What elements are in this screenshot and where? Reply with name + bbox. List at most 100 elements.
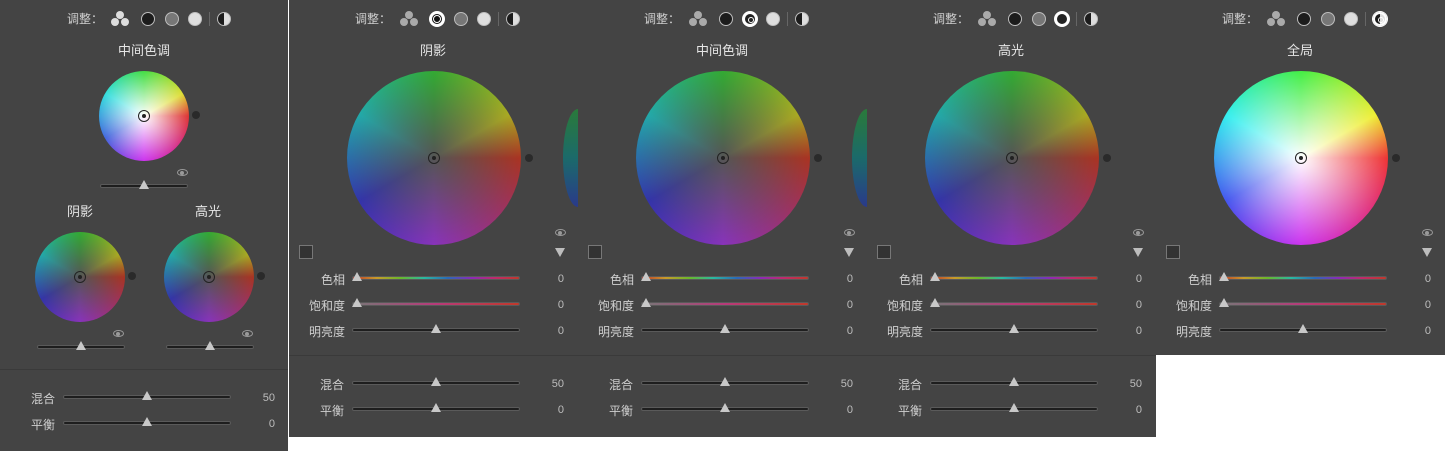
saturation-slider[interactable] (1219, 298, 1387, 309)
highlight-color-wheel[interactable] (925, 71, 1099, 245)
highlights-mode-icon[interactable] (477, 12, 491, 26)
three-way-view-icon[interactable] (688, 11, 708, 27)
three-way-view-icon[interactable] (110, 11, 130, 27)
balance-slider[interactable] (641, 403, 809, 414)
luminance-dot[interactable] (1103, 154, 1111, 162)
triangle-down-icon[interactable] (1133, 248, 1143, 257)
hue-slider[interactable] (352, 272, 520, 283)
shadow-color-wheel[interactable] (35, 232, 125, 322)
eye-icon[interactable] (113, 330, 124, 337)
hue-slider[interactable] (1219, 272, 1387, 283)
luminance-value[interactable]: 0 (1122, 325, 1142, 337)
saturation-slider[interactable] (930, 298, 1098, 309)
balance-value[interactable]: 0 (1122, 404, 1142, 416)
triangle-down-icon[interactable] (1422, 248, 1432, 257)
saturation-value[interactable]: 0 (1122, 299, 1142, 311)
hue-value[interactable]: 0 (1411, 273, 1431, 285)
luminance-slider[interactable] (641, 324, 809, 335)
color-swatch-icon[interactable] (588, 245, 602, 259)
midtone-luminance-dot[interactable] (192, 111, 200, 119)
global-mode-icon[interactable] (1084, 12, 1098, 26)
luminance-dot[interactable] (525, 154, 533, 162)
eye-icon[interactable] (844, 229, 855, 236)
midtone-color-wheel[interactable] (636, 71, 810, 245)
midtone-luminance-slider[interactable] (100, 180, 188, 191)
balance-value[interactable]: 0 (255, 418, 275, 430)
three-way-view-icon[interactable] (977, 11, 997, 27)
eye-icon[interactable] (177, 169, 188, 176)
saturation-value[interactable]: 0 (544, 299, 564, 311)
highlights-mode-icon[interactable] (188, 12, 202, 26)
luminance-dot[interactable] (1392, 154, 1400, 162)
balance-value[interactable]: 0 (833, 404, 853, 416)
shadows-mode-icon[interactable] (1008, 12, 1022, 26)
wheel-center-handle[interactable] (428, 152, 440, 164)
balance-slider[interactable] (352, 403, 520, 414)
saturation-slider[interactable] (641, 298, 809, 309)
highlight-luminance-slider[interactable] (166, 341, 254, 352)
wheel-center-handle[interactable] (1295, 152, 1307, 164)
hue-slider[interactable] (641, 272, 809, 283)
luminance-dot[interactable] (814, 154, 822, 162)
highlights-mode-icon[interactable] (766, 12, 780, 26)
global-mode-icon[interactable] (795, 12, 809, 26)
color-swatch-icon[interactable] (299, 245, 313, 259)
hue-value[interactable]: 0 (1122, 273, 1142, 285)
wheel-center-handle[interactable] (74, 271, 86, 283)
balance-value[interactable]: 0 (544, 404, 564, 416)
shadows-mode-icon[interactable] (430, 12, 444, 26)
shadows-mode-icon[interactable] (719, 12, 733, 26)
hue-slider[interactable] (930, 272, 1098, 283)
luminance-value[interactable]: 0 (833, 325, 853, 337)
global-mode-icon[interactable] (506, 12, 520, 26)
shadow-luminance-slider[interactable] (37, 341, 125, 352)
color-swatch-icon[interactable] (877, 245, 891, 259)
midtone-color-wheel[interactable] (99, 71, 189, 161)
eye-icon[interactable] (555, 229, 566, 236)
luminance-value[interactable]: 0 (544, 325, 564, 337)
wheel-center-handle[interactable] (138, 110, 150, 122)
shadow-color-wheel[interactable] (347, 71, 521, 245)
balance-slider[interactable] (930, 403, 1098, 414)
eye-icon[interactable] (1133, 229, 1144, 236)
hue-value[interactable]: 0 (544, 273, 564, 285)
midtones-mode-icon[interactable] (1032, 12, 1046, 26)
midtones-mode-icon[interactable] (165, 12, 179, 26)
highlight-color-wheel[interactable] (164, 232, 254, 322)
highlights-mode-icon[interactable] (1055, 12, 1069, 26)
blend-slider[interactable] (352, 377, 520, 388)
wheel-center-handle[interactable] (203, 271, 215, 283)
blend-slider[interactable] (930, 377, 1098, 388)
color-swatch-icon[interactable] (1166, 245, 1180, 259)
blend-value[interactable]: 50 (544, 378, 564, 390)
luminance-slider[interactable] (352, 324, 520, 335)
global-mode-icon[interactable] (1373, 12, 1387, 26)
luminance-value[interactable]: 0 (1411, 325, 1431, 337)
hue-value[interactable]: 0 (833, 273, 853, 285)
highlight-luminance-dot[interactable] (257, 272, 265, 280)
global-mode-icon[interactable] (217, 12, 231, 26)
triangle-down-icon[interactable] (555, 248, 565, 257)
wheel-center-handle[interactable] (1006, 152, 1018, 164)
highlights-mode-icon[interactable] (1344, 12, 1358, 26)
blend-value[interactable]: 50 (255, 392, 275, 404)
saturation-value[interactable]: 0 (1411, 299, 1431, 311)
shadow-luminance-dot[interactable] (128, 272, 136, 280)
wheel-center-handle[interactable] (717, 152, 729, 164)
global-color-wheel[interactable] (1214, 71, 1388, 245)
blend-value[interactable]: 50 (833, 378, 853, 390)
shadows-mode-icon[interactable] (1297, 12, 1311, 26)
three-way-view-icon[interactable] (399, 11, 419, 27)
eye-icon[interactable] (242, 330, 253, 337)
balance-slider[interactable] (63, 417, 231, 428)
midtones-mode-icon[interactable] (454, 12, 468, 26)
triangle-down-icon[interactable] (844, 248, 854, 257)
luminance-slider[interactable] (930, 324, 1098, 335)
luminance-slider[interactable] (1219, 324, 1387, 335)
blend-value[interactable]: 50 (1122, 378, 1142, 390)
three-way-view-icon[interactable] (1266, 11, 1286, 27)
blend-slider[interactable] (63, 391, 231, 402)
midtones-mode-icon[interactable] (743, 12, 757, 26)
eye-icon[interactable] (1422, 229, 1433, 236)
saturation-slider[interactable] (352, 298, 520, 309)
